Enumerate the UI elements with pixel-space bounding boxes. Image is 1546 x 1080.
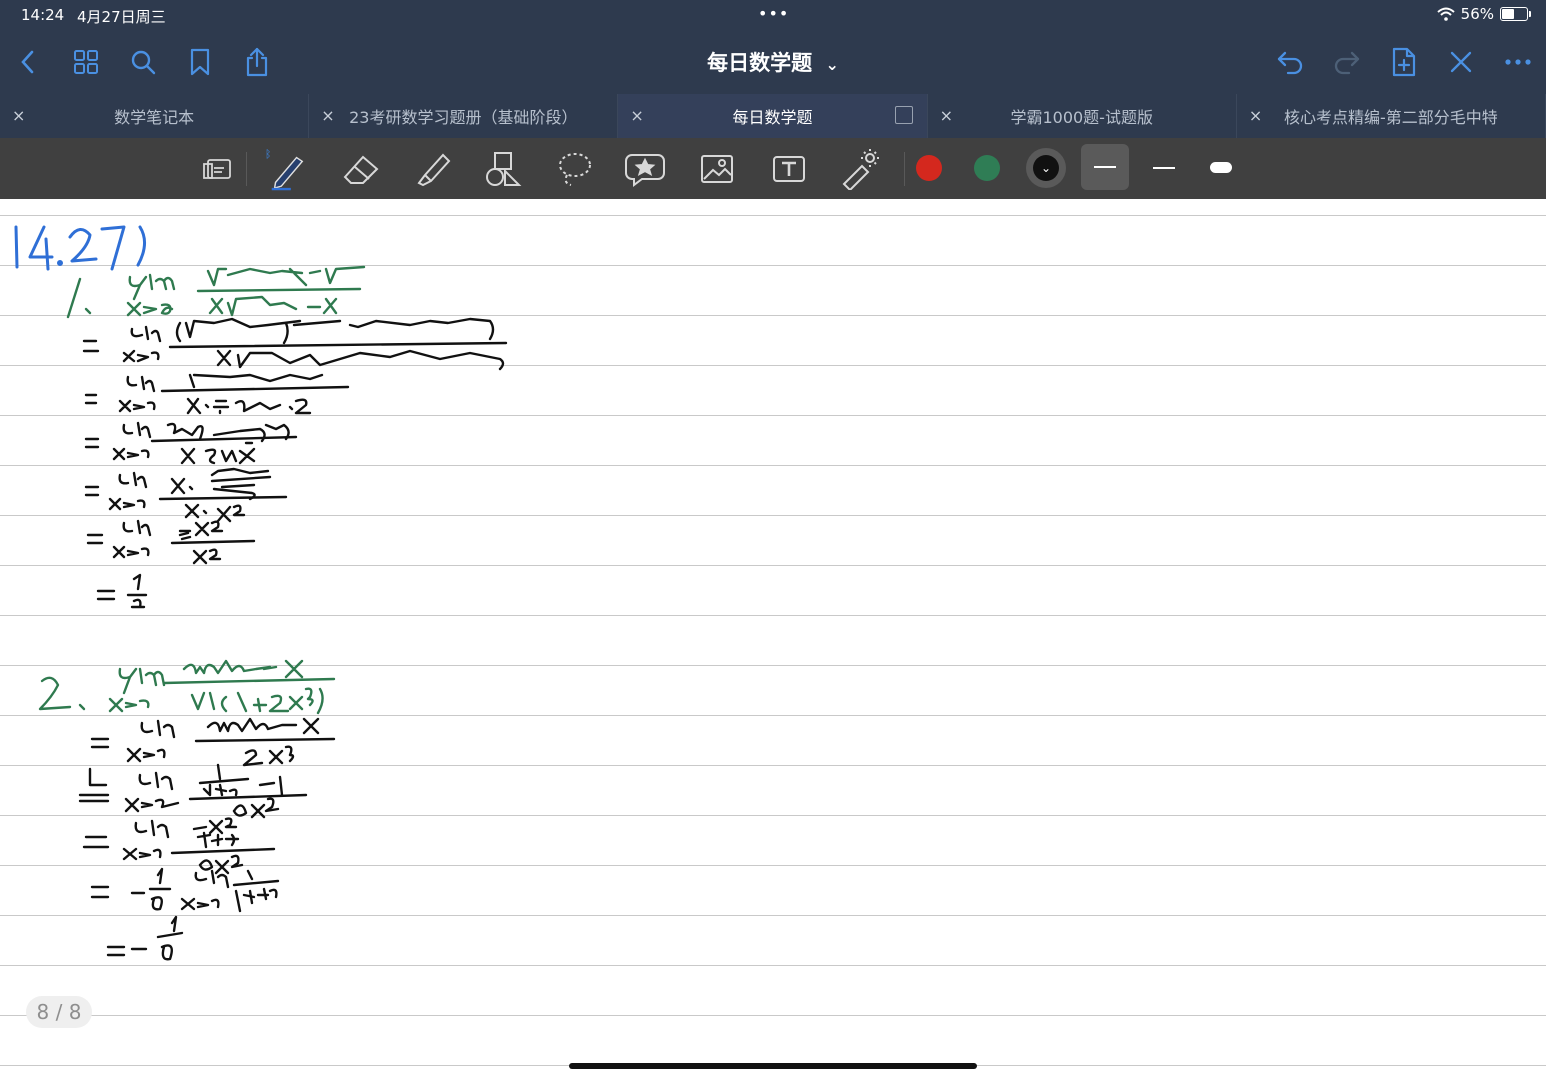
more-icon[interactable]	[1500, 44, 1536, 80]
ink-problem-2-steps	[78, 717, 336, 961]
share-icon[interactable]	[239, 44, 275, 80]
tab-label[interactable]: 数学笔记本	[114, 104, 194, 128]
search-icon[interactable]	[125, 44, 161, 80]
top-bar: 14:24 4月27日周三 ••• 56% 每日数学题 ⌄	[0, 0, 1546, 94]
stroke-width-medium[interactable]	[1150, 158, 1178, 178]
home-indicator[interactable]	[569, 1063, 977, 1069]
document-title-text[interactable]: 每日数学题	[707, 51, 812, 75]
tab-exercise-book[interactable]: × 23考研数学习题册（基础阶段）	[309, 94, 619, 138]
tab-daily-math[interactable]: × 每日数学题	[618, 94, 928, 138]
color-black-swatch[interactable]: ⌄	[1033, 155, 1059, 181]
add-page-icon[interactable]	[1386, 44, 1422, 80]
sticker-icon[interactable]	[624, 148, 666, 190]
page-indicator[interactable]: 8 / 8	[26, 996, 92, 1028]
nav-left-group	[10, 44, 275, 80]
status-time: 14:24	[21, 6, 65, 24]
tab-close-icon[interactable]: ×	[321, 106, 334, 125]
wifi-icon	[1436, 7, 1455, 21]
toolbar-divider	[904, 152, 905, 186]
redo-icon[interactable]	[1329, 44, 1365, 80]
text-icon[interactable]	[768, 148, 810, 190]
title-chevron-icon[interactable]: ⌄	[825, 55, 838, 74]
tab-close-icon[interactable]: ×	[940, 106, 953, 125]
tab-math-notebook[interactable]: × 数学笔记本	[0, 94, 310, 138]
tab-close-icon[interactable]: ×	[630, 106, 643, 125]
drawing-toolbar: ᛒ ⌄	[0, 138, 1546, 199]
tab-close-icon[interactable]: ×	[1249, 106, 1262, 125]
tab-1000-questions[interactable]: × 学霸1000题-试题版	[928, 94, 1237, 138]
toolbar-divider	[246, 152, 247, 186]
undo-icon[interactable]	[1272, 44, 1308, 80]
bookmark-icon[interactable]	[182, 44, 218, 80]
read-mode-icon[interactable]	[196, 148, 238, 190]
tab-core-points[interactable]: × 核心考点精编-第二部分毛中特	[1237, 94, 1546, 138]
tab-label[interactable]: 核心考点精编-第二部分毛中特	[1284, 104, 1498, 128]
back-icon[interactable]	[10, 44, 46, 80]
status-right: 56%	[1436, 5, 1531, 23]
pen-icon[interactable]: ᛒ	[266, 148, 308, 191]
ink-problem-1-steps	[82, 317, 508, 609]
status-bar: 14:24 4月27日周三 ••• 56%	[0, 0, 1546, 32]
lasso-icon[interactable]	[554, 148, 596, 190]
battery-percent: 56%	[1460, 5, 1494, 23]
color-black-swatch-ring[interactable]: ⌄	[1026, 148, 1066, 188]
color-green-swatch[interactable]	[974, 155, 1000, 181]
tab-label[interactable]: 学霸1000题-试题版	[1010, 104, 1153, 128]
tab-label[interactable]: 23考研数学习题册（基础阶段）	[349, 104, 577, 128]
eraser-icon[interactable]	[340, 148, 382, 190]
ink-problem-2	[38, 659, 336, 715]
color-red-swatch[interactable]	[916, 155, 942, 181]
tab-label[interactable]: 每日数学题	[733, 104, 813, 128]
handwritten-ink	[14, 225, 508, 961]
svg-text:ᛒ: ᛒ	[266, 149, 271, 161]
split-view-icon[interactable]	[894, 106, 913, 124]
shapes-icon[interactable]	[482, 148, 524, 190]
tab-close-icon[interactable]: ×	[12, 106, 25, 125]
stroke-width-thick[interactable]	[1206, 158, 1238, 178]
close-app-icon[interactable]	[1443, 44, 1479, 80]
image-icon[interactable]	[696, 148, 738, 190]
battery-icon	[1500, 7, 1531, 21]
stroke-width-thin-selected[interactable]	[1081, 144, 1129, 190]
ink-date-heading	[14, 225, 146, 271]
ink-problem-1	[66, 265, 366, 319]
grid-icon[interactable]	[68, 44, 104, 80]
tab-bar: × 数学笔记本 × 23考研数学习题册（基础阶段） × 每日数学题 × 学霸10…	[0, 94, 1546, 138]
status-date: 4月27日周三	[77, 8, 166, 26]
laser-pointer-icon[interactable]	[838, 148, 880, 190]
nav-right-group	[1272, 44, 1536, 80]
multitasking-dots-icon[interactable]: •••	[758, 4, 789, 23]
highlighter-icon[interactable]	[412, 148, 454, 190]
